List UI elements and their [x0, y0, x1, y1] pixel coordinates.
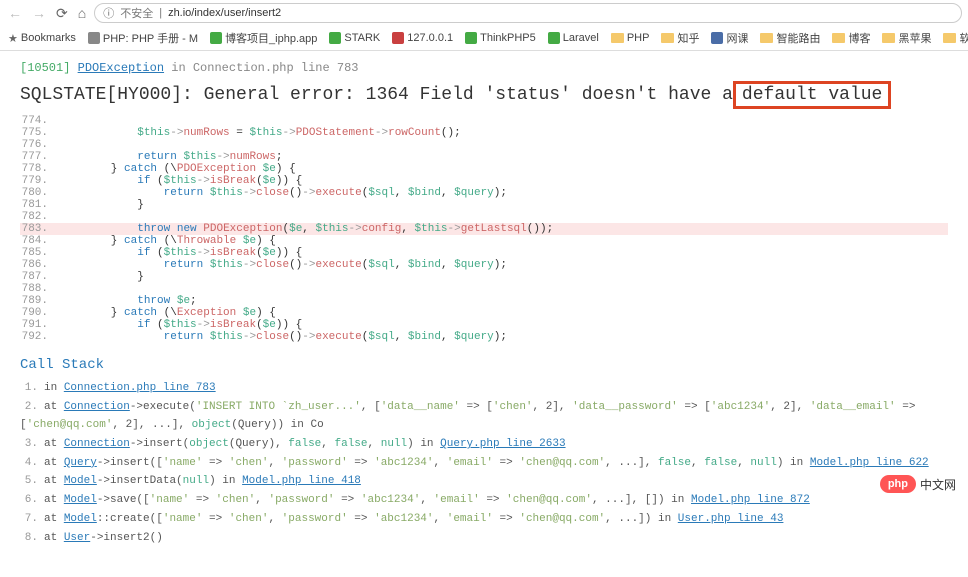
bookmark-item[interactable]: PHP: PHP 手册 - M	[88, 30, 198, 46]
code-line: 791. if ($this->isBreak($e)) {	[20, 319, 948, 331]
favicon	[548, 32, 560, 44]
exception-link[interactable]: PDOException	[78, 61, 164, 75]
bookmark-bar: ★Bookmarks PHP: PHP 手册 - M 博客项目_iphp.app S…	[0, 26, 968, 50]
cn-text: 中文网	[920, 476, 956, 493]
browser-toolbar: ← → ⟳ ⌂ ⓘ 不安全 | zh.io/index/user/insert2	[0, 0, 968, 26]
home-button[interactable]: ⌂	[76, 5, 88, 21]
code-line: 786. return $this->close()->execute($sql…	[20, 259, 948, 271]
bookmark-item[interactable]: 智能路由	[760, 30, 820, 46]
call-stack-title: Call Stack	[20, 357, 948, 373]
code-line: 785. if ($this->isBreak($e)) {	[20, 247, 948, 259]
bookmark-item[interactable]: PHP	[611, 32, 650, 44]
address-bar[interactable]: ⓘ 不安全 | zh.io/index/user/insert2	[94, 3, 962, 23]
bookmark-item[interactable]: 博客项目_iphp.app	[210, 30, 317, 46]
bookmark-item[interactable]: 知乎	[661, 30, 699, 46]
stack-frame: 5.at Model->insertData(null) in Model.ph…	[20, 472, 948, 491]
code-line: 792. return $this->close()->execute($sql…	[20, 331, 948, 343]
stack-link[interactable]: Connection.php line 783	[64, 382, 216, 394]
stack-link[interactable]: Query	[64, 457, 97, 469]
bookmark-item[interactable]: Laravel	[548, 32, 599, 44]
favicon	[882, 33, 895, 43]
info-icon: ⓘ	[103, 5, 114, 21]
favicon	[392, 32, 404, 44]
call-stack: 1.in Connection.php line 7832.at Connect…	[20, 379, 948, 547]
code-line: 780. return $this->close()->execute($sql…	[20, 187, 948, 199]
bookmark-item[interactable]: ThinkPHP5	[465, 32, 536, 44]
stack-frame: 1.in Connection.php line 783	[20, 379, 948, 398]
stack-frame: 2.at Connection->execute('INSERT INTO `z…	[20, 398, 948, 435]
favicon	[611, 33, 624, 43]
code-line: 778. } catch (\PDOException $e) {	[20, 163, 948, 175]
bookmarks-root[interactable]: ★Bookmarks	[8, 32, 76, 45]
stack-link[interactable]: Connection	[64, 438, 130, 450]
forward-button[interactable]: →	[30, 5, 48, 21]
code-line: 788.	[20, 283, 948, 295]
stack-link[interactable]: Model	[64, 475, 97, 487]
url-text: zh.io/index/user/insert2	[168, 7, 281, 19]
insecure-label: 不安全	[120, 5, 153, 21]
bookmark-item[interactable]: STARK	[329, 32, 380, 44]
favicon	[329, 32, 341, 44]
error-header: [10501] PDOException in Connection.php l…	[20, 61, 948, 75]
stack-link[interactable]: Model	[64, 494, 97, 506]
stack-frame: 3.at Connection->insert(object(Query), f…	[20, 435, 948, 454]
bookmark-item[interactable]: 博客	[832, 30, 870, 46]
error-message: SQLSTATE[HY000]: General error: 1364 Fie…	[20, 81, 948, 109]
code-line: 787. }	[20, 271, 948, 283]
bookmark-item[interactable]: 网课	[711, 30, 748, 46]
bookmark-item[interactable]: 黑苹果	[882, 30, 931, 46]
code-line: 783. throw new PDOException($e, $this->c…	[20, 223, 948, 235]
code-line: 776.	[20, 139, 948, 151]
code-line: 784. } catch (\Throwable $e) {	[20, 235, 948, 247]
star-icon: ★	[8, 32, 18, 45]
code-line: 781. }	[20, 199, 948, 211]
error-file: Connection.php line 783	[193, 61, 359, 75]
bookmark-item[interactable]: 127.0.0.1	[392, 32, 453, 44]
code-line: 782.	[20, 211, 948, 223]
favicon	[832, 33, 845, 43]
favicon	[210, 32, 222, 44]
favicon	[465, 32, 477, 44]
favicon	[88, 32, 100, 44]
stack-link[interactable]: Connection	[64, 401, 130, 413]
bookmark-item[interactable]: 软件	[943, 30, 968, 46]
back-button[interactable]: ←	[6, 5, 24, 21]
code-line: 775. $this->numRows = $this->PDOStatemen…	[20, 127, 948, 139]
stack-link[interactable]: Model	[64, 513, 97, 525]
stack-frame: 6.at Model->save(['name' => 'chen', 'pas…	[20, 491, 948, 510]
watermark: php 中文网	[880, 475, 956, 493]
stack-frame: 7.at Model::create(['name' => 'chen', 'p…	[20, 510, 948, 529]
code-viewer: 774.775. $this->numRows = $this->PDOStat…	[20, 115, 948, 343]
highlight-box: default value	[733, 81, 891, 109]
stack-frame: 8.at User->insert2()	[20, 529, 948, 548]
stack-frame: 4.at Query->insert(['name' => 'chen', 'p…	[20, 454, 948, 473]
stack-link[interactable]: User	[64, 532, 90, 544]
code-line: 789. throw $e;	[20, 295, 948, 307]
php-badge: php	[880, 475, 916, 493]
favicon	[760, 33, 773, 43]
error-code: [10501]	[20, 61, 70, 75]
code-line: 774.	[20, 115, 948, 127]
favicon	[711, 32, 723, 44]
code-line: 790. } catch (\Exception $e) {	[20, 307, 948, 319]
favicon	[661, 33, 674, 43]
reload-button[interactable]: ⟳	[54, 5, 70, 22]
code-line: 777. return $this->numRows;	[20, 151, 948, 163]
code-line: 779. if ($this->isBreak($e)) {	[20, 175, 948, 187]
favicon	[943, 33, 956, 43]
